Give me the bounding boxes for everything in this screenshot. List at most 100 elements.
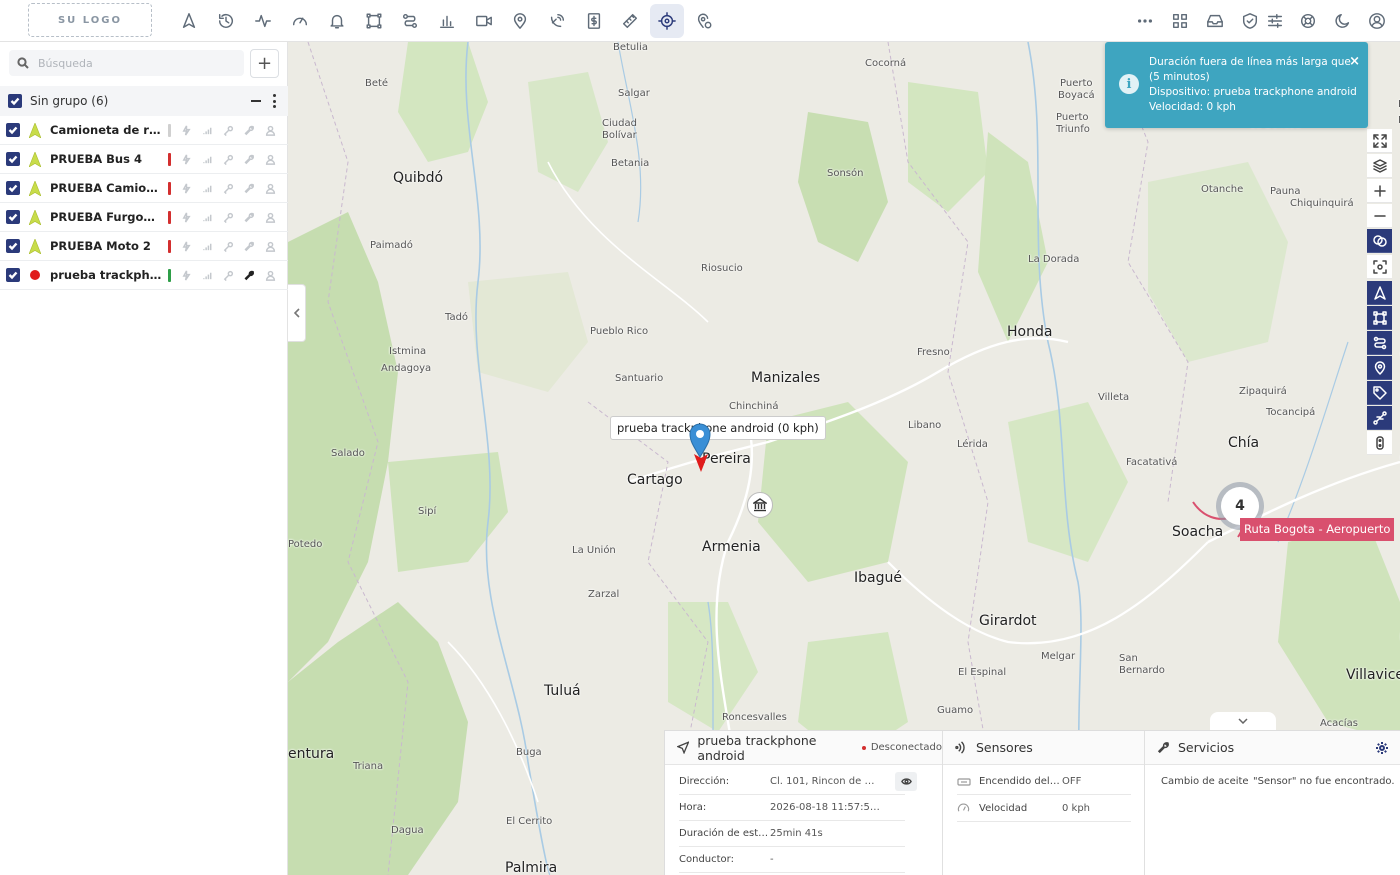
- zoom-out-icon[interactable]: [1367, 204, 1392, 228]
- group-header[interactable]: Sin grupo (6): [0, 86, 288, 116]
- ignition-icon[interactable]: [180, 124, 192, 136]
- video-icon[interactable]: [467, 4, 501, 38]
- fullscreen-icon[interactable]: [1367, 129, 1392, 153]
- device-name[interactable]: PRUEBA Bus 4: [50, 152, 162, 166]
- poi-toggle-icon[interactable]: [1367, 356, 1392, 380]
- devices-toggle-icon[interactable]: [1367, 281, 1392, 305]
- signal-icon[interactable]: [201, 124, 213, 136]
- route-label[interactable]: Ruta Bogota - Aeropuerto: [1240, 518, 1395, 541]
- collapse-sidebar-button[interactable]: [288, 284, 306, 342]
- device-name[interactable]: Camioneta de rep...: [50, 123, 162, 137]
- signal-icon[interactable]: [201, 182, 213, 194]
- zoom-in-icon[interactable]: [1367, 179, 1392, 203]
- key-icon[interactable]: [222, 269, 234, 281]
- driver-icon[interactable]: [264, 182, 276, 194]
- help-lifebuoy-icon[interactable]: [1291, 4, 1325, 38]
- device-row[interactable]: Camioneta de rep...: [0, 116, 288, 145]
- device-row[interactable]: prueba trackphon...: [0, 261, 288, 290]
- wrench-icon[interactable]: [243, 153, 255, 165]
- group-checkbox[interactable]: [8, 94, 22, 108]
- navigation-arrow-icon[interactable]: [172, 4, 206, 38]
- offline-notification[interactable]: i Duración fuera de línea más larga que …: [1105, 42, 1368, 128]
- geofence-icon[interactable]: [357, 4, 391, 38]
- gear-icon[interactable]: [1375, 741, 1389, 755]
- vehicle-marker-icon[interactable]: [693, 450, 709, 472]
- device-checkbox[interactable]: [6, 152, 20, 166]
- logo[interactable]: SU LOGO: [28, 3, 152, 37]
- device-name[interactable]: PRUEBA Moto 2: [50, 239, 162, 253]
- key-icon[interactable]: [222, 211, 234, 223]
- device-checkbox[interactable]: [6, 268, 20, 282]
- route-icon[interactable]: [393, 4, 427, 38]
- device-row[interactable]: PRUEBA Furgon 3: [0, 203, 288, 232]
- show-address-button[interactable]: [895, 772, 917, 791]
- search-box[interactable]: [9, 50, 244, 76]
- chart-icon[interactable]: [430, 4, 464, 38]
- wrench-icon[interactable]: [243, 240, 255, 252]
- map-pin-icon[interactable]: [503, 4, 537, 38]
- search-input[interactable]: [38, 56, 228, 70]
- ruler-icon[interactable]: [613, 4, 647, 38]
- collapse-group-icon[interactable]: [251, 100, 261, 102]
- bell-icon[interactable]: [320, 4, 354, 38]
- ignition-icon[interactable]: [180, 153, 192, 165]
- wrench-icon[interactable]: [243, 124, 255, 136]
- layers-icon[interactable]: [1367, 154, 1392, 178]
- key-icon[interactable]: [222, 153, 234, 165]
- ignition-icon[interactable]: [180, 240, 192, 252]
- ignition-icon[interactable]: [180, 269, 192, 281]
- driver-icon[interactable]: [264, 211, 276, 223]
- wrench-icon[interactable]: [243, 269, 255, 281]
- driver-icon[interactable]: [264, 124, 276, 136]
- history-icon[interactable]: [209, 4, 243, 38]
- grid-icon[interactable]: [1163, 4, 1197, 38]
- device-checkbox[interactable]: [6, 239, 20, 253]
- device-row[interactable]: PRUEBA Bus 4: [0, 145, 288, 174]
- inbox-icon[interactable]: [1198, 4, 1232, 38]
- more-dots-icon[interactable]: [1128, 4, 1162, 38]
- wrench-icon[interactable]: [243, 211, 255, 223]
- driver-icon[interactable]: [264, 240, 276, 252]
- driver-icon[interactable]: [264, 153, 276, 165]
- ignition-icon[interactable]: [180, 211, 192, 223]
- wrench-icon[interactable]: [243, 182, 255, 194]
- speedometer-icon[interactable]: [283, 4, 317, 38]
- user-icon[interactable]: [1360, 4, 1394, 38]
- tag-icon[interactable]: [1367, 381, 1392, 405]
- device-row[interactable]: PRUEBA Camion 1: [0, 174, 288, 203]
- device-checkbox[interactable]: [6, 123, 20, 137]
- signal-icon[interactable]: [201, 269, 213, 281]
- close-icon[interactable]: ×: [1349, 54, 1360, 69]
- device-name[interactable]: PRUEBA Camion 1: [50, 181, 162, 195]
- device-name[interactable]: PRUEBA Furgon 3: [50, 210, 162, 224]
- add-device-button[interactable]: +: [250, 49, 279, 78]
- key-icon[interactable]: [222, 240, 234, 252]
- device-checkbox[interactable]: [6, 181, 20, 195]
- ignition-icon[interactable]: [180, 182, 192, 194]
- signal-icon[interactable]: [201, 153, 213, 165]
- focus-icon[interactable]: [1367, 255, 1392, 279]
- crosshair-icon[interactable]: [650, 4, 684, 38]
- device-name[interactable]: prueba trackphon...: [50, 268, 162, 282]
- invoice-icon[interactable]: [577, 4, 611, 38]
- satellite-dish-icon[interactable]: [540, 4, 574, 38]
- routes-toggle-icon[interactable]: [1367, 331, 1392, 355]
- group-menu-icon[interactable]: [272, 94, 276, 108]
- driver-icon[interactable]: [264, 269, 276, 281]
- key-icon[interactable]: [222, 124, 234, 136]
- device-row[interactable]: PRUEBA Moto 2: [0, 232, 288, 261]
- clusters-toggle-icon[interactable]: [1367, 229, 1392, 253]
- signal-icon[interactable]: [201, 211, 213, 223]
- panel-toggle-button[interactable]: [1210, 712, 1276, 730]
- device-checkbox[interactable]: [6, 210, 20, 224]
- location-settings-icon[interactable]: [687, 4, 721, 38]
- moon-icon[interactable]: [1326, 4, 1360, 38]
- key-icon[interactable]: [222, 182, 234, 194]
- museum-poi-icon[interactable]: [747, 492, 773, 518]
- share-route-icon[interactable]: [1367, 406, 1392, 430]
- geofences-toggle-icon[interactable]: [1367, 306, 1392, 330]
- sliders-icon[interactable]: [1258, 4, 1292, 38]
- signal-icon[interactable]: [201, 240, 213, 252]
- activity-icon[interactable]: [246, 4, 280, 38]
- traffic-icon[interactable]: [1367, 431, 1392, 455]
